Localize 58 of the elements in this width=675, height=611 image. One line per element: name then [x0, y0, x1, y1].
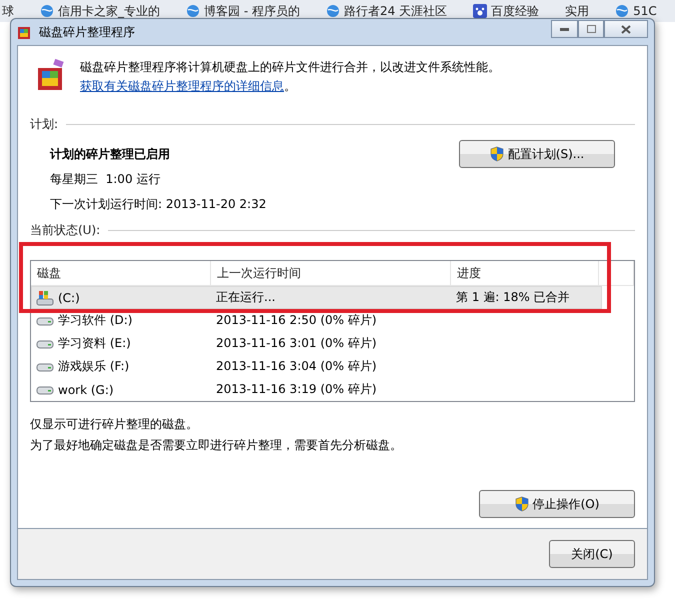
globe-icon [40, 4, 54, 18]
disk-row[interactable]: 游戏娱乐 (F:) 2013-11-16 3:04 (0% 碎片) [31, 355, 602, 378]
drive-icon [36, 314, 54, 326]
close-icon [621, 24, 631, 34]
shield-icon [490, 146, 504, 162]
more-info-link[interactable]: 获取有关磁盘碎片整理程序的详细信息 [80, 79, 284, 93]
last-run-time: 2013-11-16 3:19 (0% 碎片) [216, 381, 377, 398]
drive-icon [36, 360, 54, 372]
close-window-button[interactable] [604, 20, 648, 38]
last-run-time: 2013-11-16 2:50 (0% 碎片) [216, 312, 377, 329]
last-run-time: 正在运行... [216, 289, 276, 306]
section-heading: 计划: [30, 116, 58, 132]
drive-icon [36, 384, 54, 396]
disk-row[interactable]: (C:) 正在运行... 第 1 遍: 18% 已合并 [31, 286, 602, 309]
disk-name: work (G:) [58, 382, 114, 396]
disk-name: (C:) [58, 290, 80, 304]
disk-row[interactable]: 学习软件 (D:) 2013-11-16 2:50 (0% 碎片) [31, 309, 602, 332]
globe-icon [326, 4, 340, 18]
browser-tab[interactable]: 路行者24 天涯社区 [324, 2, 462, 20]
minimize-icon [560, 28, 569, 30]
drive-icon [36, 338, 54, 350]
last-run-time: 2013-11-16 3:04 (0% 碎片) [216, 358, 377, 375]
browser-tab[interactable]: 实用 [563, 2, 604, 20]
last-run-time: 2013-11-16 3:01 (0% 碎片) [216, 335, 377, 352]
close-button[interactable]: 关闭(C) [549, 540, 635, 568]
schedule-time: 每星期三 1:00 运行 [50, 171, 162, 188]
column-header[interactable]: 上一次运行时间 [211, 261, 451, 285]
defrag-app-icon [17, 24, 33, 40]
description-text: 磁盘碎片整理程序将计算机硬盘上的碎片文件进行合并，以改进文件系统性能。 获取有关磁盘碎片整理程序的详细信息。 [80, 59, 501, 95]
browser-tab[interactable]: 百度经验 [471, 2, 554, 20]
stop-button[interactable]: 停止操作(O) [479, 490, 635, 518]
maximize-button[interactable] [578, 20, 604, 38]
globe-icon [615, 4, 630, 18]
browser-tab[interactable]: 信用卡之家_专业的 [38, 2, 174, 20]
window-title: 磁盘碎片整理程序 [39, 24, 136, 40]
disk-row[interactable]: 学习资料 (E:) 2013-11-16 3:01 (0% 碎片) [31, 332, 602, 355]
schedule-status: 计划的碎片整理已启用 [50, 146, 171, 163]
disk-name: 游戏娱乐 (F:) [58, 358, 130, 375]
disk-name: 学习资料 (E:) [58, 335, 131, 352]
disk-row[interactable]: work (G:) 2013-11-16 3:19 (0% 碎片) [31, 378, 602, 401]
globe-icon [186, 4, 200, 18]
maximize-icon [586, 25, 596, 33]
note-text: 为了最好地确定磁盘是否需要立即进行碎片整理，需要首先分析磁盘。 [30, 437, 403, 454]
next-run-text: 下一次计划运行时间: 2013-11-20 2:32 [50, 196, 266, 213]
column-header[interactable]: 磁盘 [31, 261, 211, 285]
section-heading: 当前状态(U): [30, 222, 100, 238]
shield-icon [514, 496, 529, 512]
browser-tab[interactable]: 51C [613, 4, 671, 18]
column-header[interactable]: 进度 [451, 261, 599, 285]
configure-schedule-button[interactable]: 配置计划(S)... [459, 140, 615, 168]
note-text: 仅显示可进行碎片整理的磁盘。 [30, 416, 199, 433]
progress-text: 第 1 遍: 18% 已合并 [456, 289, 570, 306]
system-drive-icon [36, 290, 54, 306]
disk-name: 学习软件 (D:) [58, 312, 132, 329]
browser-tab[interactable]: 博客园 - 程序员的 [184, 2, 314, 20]
browser-tab[interactable]: 球 [0, 2, 28, 20]
minimize-button[interactable] [551, 20, 578, 38]
paw-icon [473, 4, 488, 18]
